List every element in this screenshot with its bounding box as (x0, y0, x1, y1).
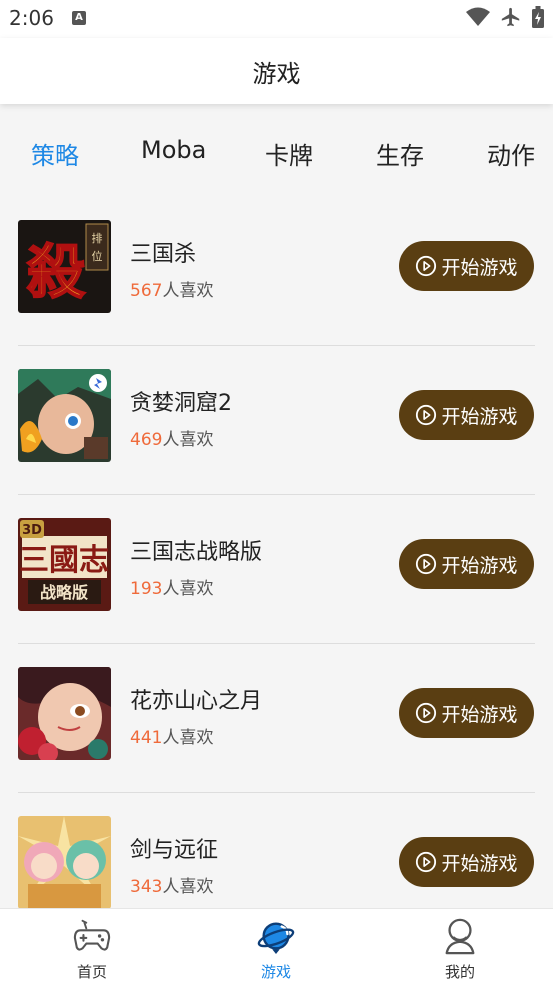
likes-count: 441 (130, 728, 163, 748)
game-likes: 193人喜欢 (130, 574, 213, 599)
game-row[interactable]: 花亦山心之月 441人喜欢 开始游戏 (18, 643, 535, 793)
tab-strategy[interactable]: 策略 (31, 136, 79, 171)
nav-item-games[interactable]: 游戏 (216, 909, 336, 985)
bottom-nav: 首页 游戏 我的 (0, 908, 553, 985)
likes-suffix: 人喜欢 (162, 728, 214, 748)
game-row[interactable]: 剑与远征 343人喜欢 开始游戏 (18, 792, 535, 908)
play-circle-icon (416, 255, 437, 277)
game-row[interactable]: 三國志 3D 战略版 三国志战略版 193人喜欢 开始游戏 (18, 494, 535, 644)
tab-card[interactable]: 卡牌 (265, 136, 313, 171)
likes-count: 343 (130, 877, 163, 897)
afk-arena-characters-icon[interactable] (18, 816, 111, 908)
game-name: 三国杀 (130, 242, 197, 267)
start-game-label: 开始游戏 (441, 256, 518, 279)
game-name: 花亦山心之月 (130, 689, 263, 714)
airplane-icon (501, 7, 520, 27)
start-game-button[interactable]: 开始游戏 (399, 688, 534, 738)
status-bar: 2:06 A (0, 0, 553, 38)
status-time: 2:06 (9, 6, 54, 30)
nav-item-mine[interactable]: 我的 (400, 909, 520, 985)
tab-moba[interactable]: Moba (141, 136, 206, 164)
likes-suffix: 人喜欢 (162, 877, 214, 897)
page-title: 游戏 (252, 60, 301, 88)
status-icons (466, 6, 544, 28)
start-game-button[interactable]: 开始游戏 (399, 390, 534, 440)
start-game-label: 开始游戏 (441, 405, 518, 428)
greedy-cave-character-icon[interactable] (18, 369, 111, 462)
start-game-button[interactable]: 开始游戏 (399, 837, 534, 887)
likes-suffix: 人喜欢 (162, 281, 214, 301)
nav-item-home[interactable]: 首页 (32, 909, 152, 985)
gamepad-icon (73, 919, 111, 951)
planet-icon (257, 922, 295, 955)
start-game-label: 开始游戏 (441, 703, 518, 726)
svg-text:位: 位 (92, 249, 103, 263)
svg-text:战略版: 战略版 (40, 583, 88, 602)
battery-charging-icon (532, 6, 544, 28)
game-row[interactable]: 排 位 殺 三国杀 567人喜欢 开始游戏 (18, 196, 535, 346)
accessibility-notification-icon: A (72, 11, 86, 25)
svg-text:三國志: 三國志 (19, 543, 109, 578)
game-likes: 469人喜欢 (130, 425, 213, 450)
play-circle-icon (416, 851, 437, 873)
game-likes: 343人喜欢 (130, 872, 213, 897)
nav-label: 我的 (444, 963, 475, 981)
likes-count: 567 (130, 281, 163, 301)
game-name: 剑与远征 (130, 838, 219, 863)
app-header: 游戏 (0, 38, 553, 104)
start-game-label: 开始游戏 (441, 852, 518, 875)
likes-count: 193 (130, 579, 163, 599)
likes-suffix: 人喜欢 (162, 430, 214, 450)
flower-moon-portrait-icon[interactable] (18, 667, 111, 760)
game-list: 排 位 殺 三国杀 567人喜欢 开始游戏 贪婪洞窟2 469人喜欢 开始游戏 … (0, 196, 553, 908)
tab-survival[interactable]: 生存 (376, 136, 424, 171)
play-circle-icon (416, 404, 437, 426)
likes-suffix: 人喜欢 (162, 579, 214, 599)
tab-action[interactable]: 动作 (487, 136, 535, 171)
play-circle-icon (416, 553, 437, 575)
svg-text:3D: 3D (22, 523, 42, 538)
start-game-button[interactable]: 开始游戏 (399, 241, 534, 291)
game-likes: 567人喜欢 (130, 276, 213, 301)
nav-label: 游戏 (260, 963, 291, 981)
sanguosha-logo-icon[interactable]: 排 位 殺 (18, 220, 111, 313)
game-name: 三国志战略版 (130, 540, 263, 565)
game-name: 贪婪洞窟2 (130, 391, 232, 416)
game-row[interactable]: 贪婪洞窟2 469人喜欢 开始游戏 (18, 345, 535, 495)
svg-text:排: 排 (92, 231, 103, 245)
svg-text:殺: 殺 (27, 238, 85, 306)
game-likes: 441人喜欢 (130, 723, 213, 748)
nav-label: 首页 (76, 963, 107, 981)
start-game-label: 开始游戏 (441, 554, 518, 577)
user-icon (445, 918, 475, 955)
category-tabs: 策略 Moba 卡牌 生存 动作 (0, 104, 553, 196)
start-game-button[interactable]: 开始游戏 (399, 539, 534, 589)
wifi-icon (466, 7, 490, 26)
sanguozhi-logo-icon[interactable]: 三國志 3D 战略版 (18, 518, 111, 611)
play-circle-icon (416, 702, 437, 724)
likes-count: 469 (130, 430, 163, 450)
